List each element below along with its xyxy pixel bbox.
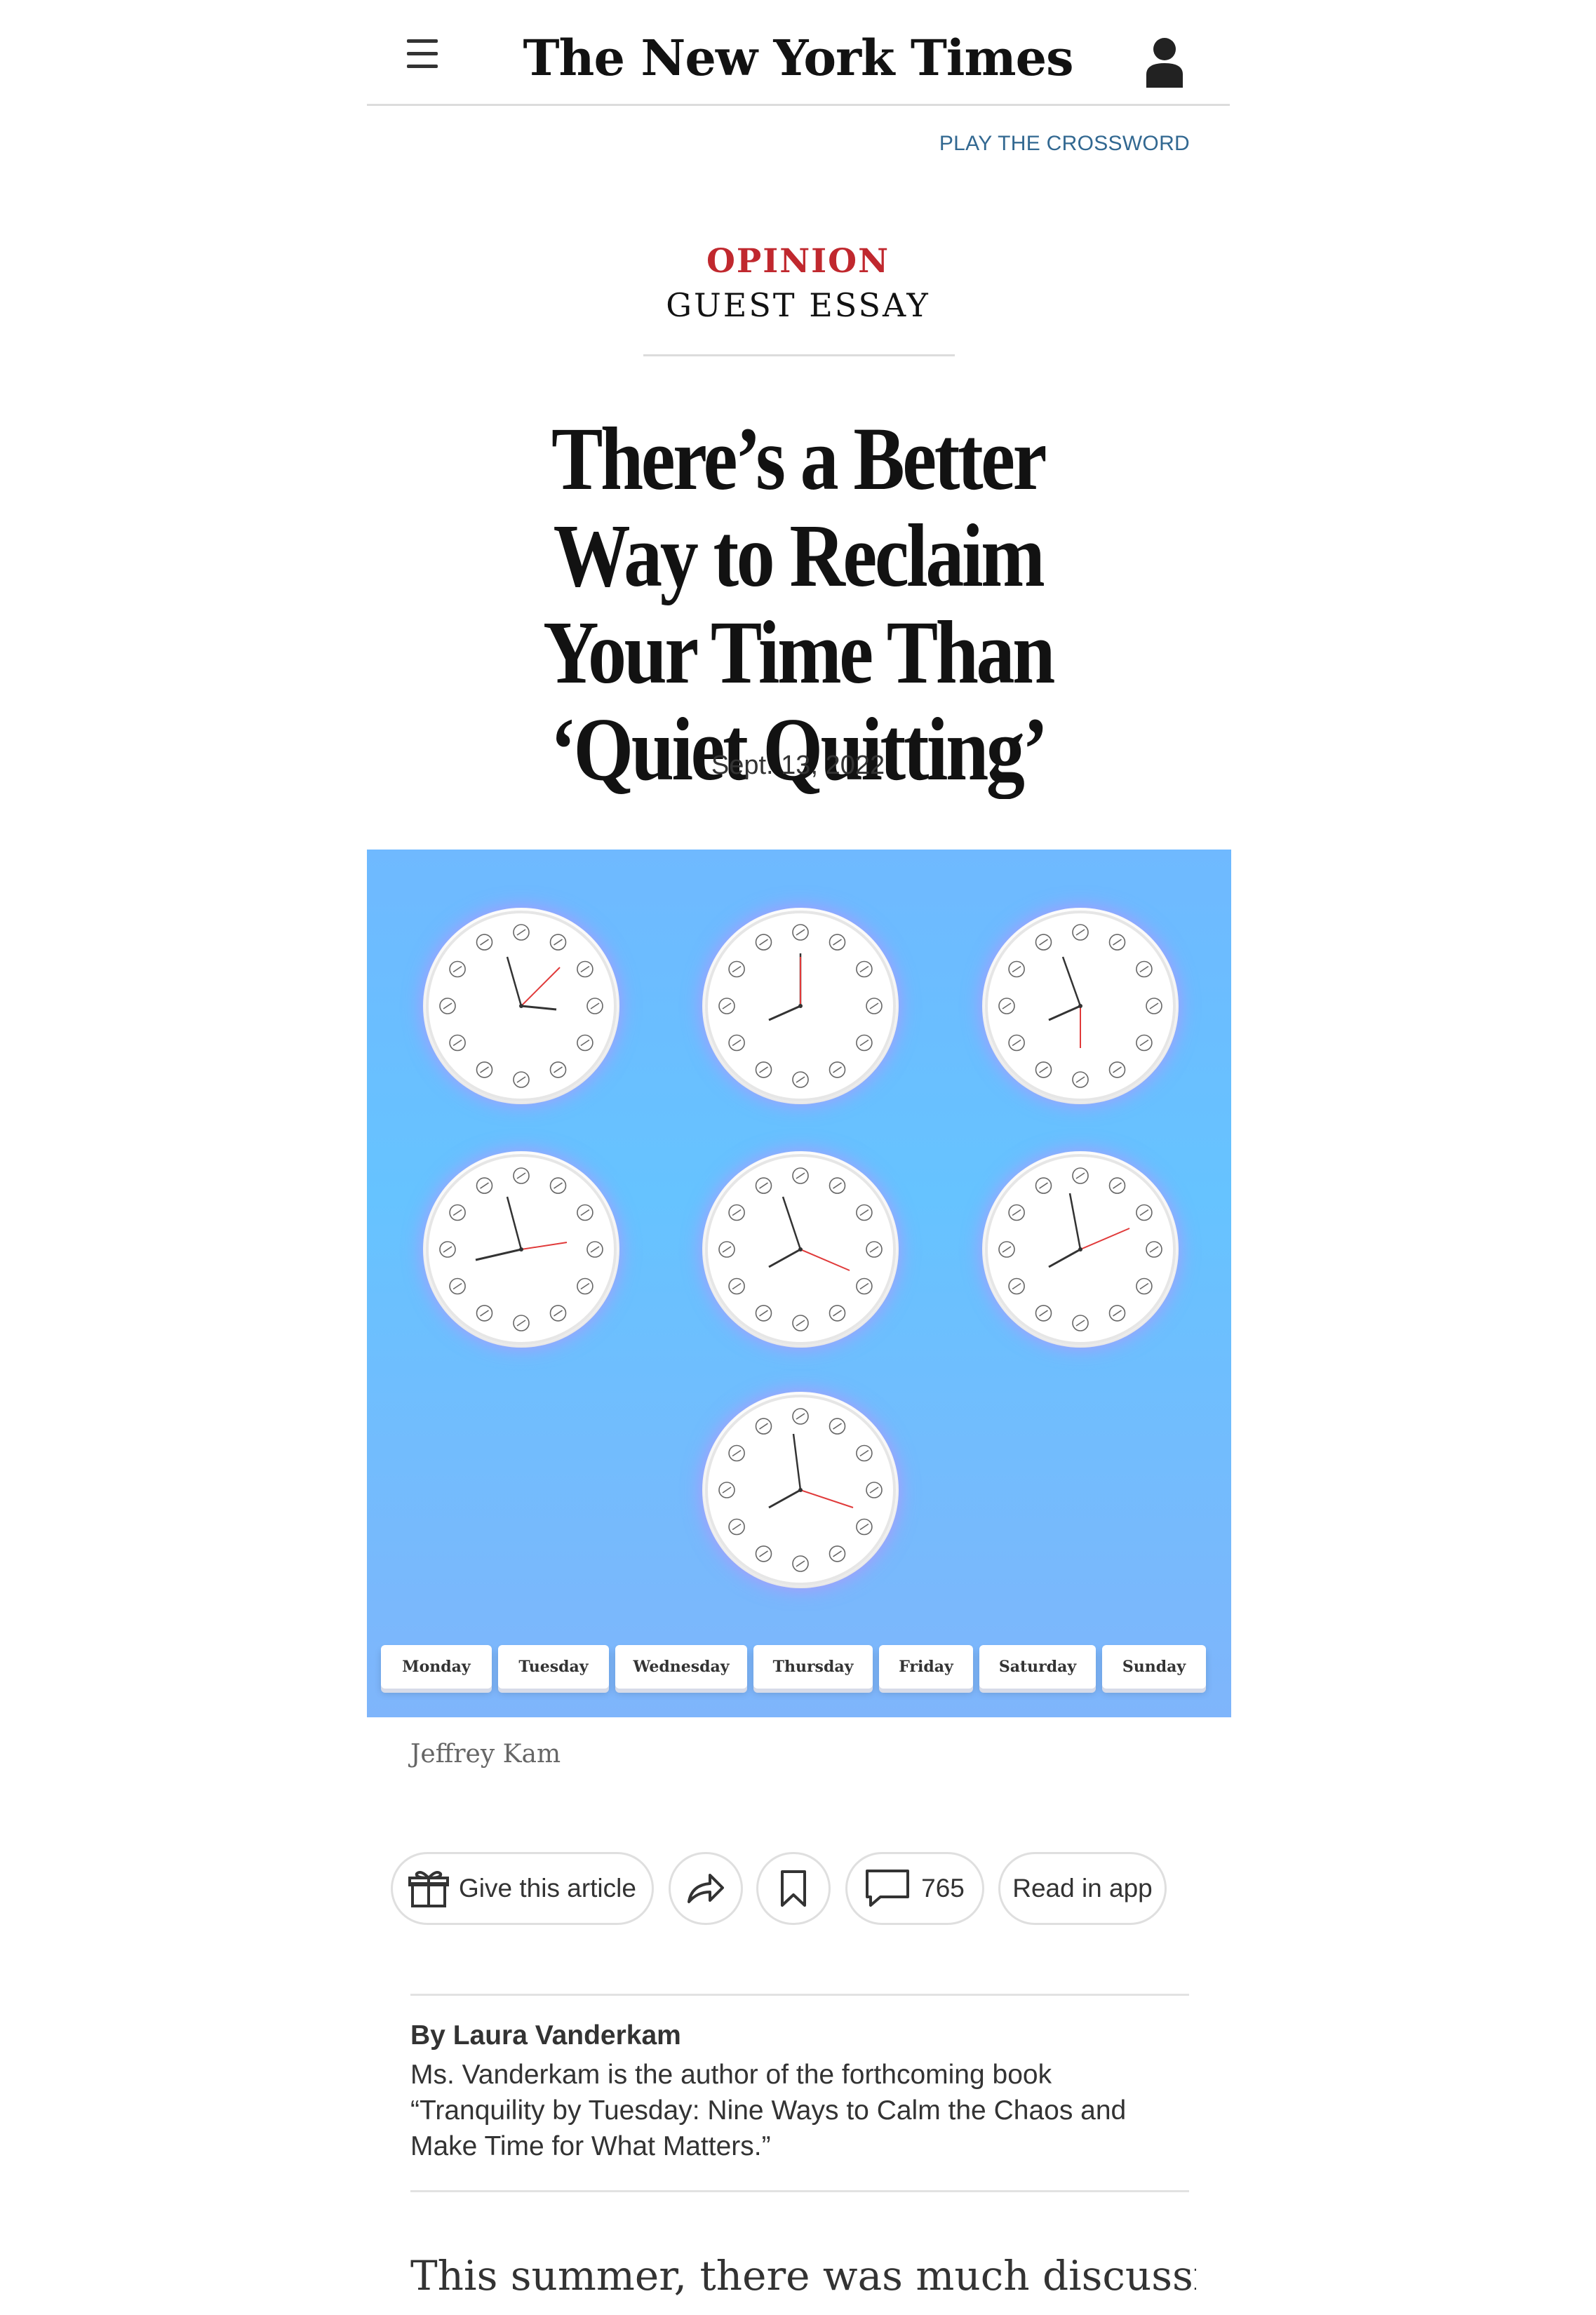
crossword-link[interactable]: PLAY THE CROSSWORD [926,132,1190,160]
author-byline[interactable]: By Laura Vanderkam [410,2020,1189,2051]
hamburger-line [407,52,438,55]
gift-icon [408,1871,450,1907]
day-button-tuesday[interactable]: Tuesday [498,1645,609,1689]
day-button-wednesday[interactable]: Wednesday [615,1645,747,1689]
clock-5 [702,1151,899,1348]
day-button-monday[interactable]: Monday [381,1645,492,1689]
read-in-app-label: Read in app [1012,1874,1153,1903]
masthead-logo[interactable]: The New York Times [491,20,1105,97]
day-button-sunday[interactable]: Sunday [1102,1645,1206,1689]
comments-button[interactable]: 765 [845,1852,984,1925]
share-icon [688,1874,724,1903]
comment-icon [866,1870,910,1907]
day-button-thursday[interactable]: Thursday [753,1645,873,1689]
clock-7 [702,1392,899,1588]
article-headline: There’s a Better Way to Reclaim Your Tim… [543,409,1055,799]
day-selector: Monday Tuesday Wednesday Thursday Friday Satu… [381,1645,1219,1690]
clock-4 [423,1151,619,1348]
day-button-saturday[interactable]: Saturday [979,1645,1096,1689]
clock-1 [423,908,619,1104]
author-bio: Ms. Vanderkam is the author of the forth… [410,2060,1127,2161]
bookmark-icon [781,1870,806,1907]
byline-divider-bottom [410,2190,1189,2192]
give-article-button[interactable]: Give this article [391,1852,654,1925]
give-article-label: Give this article [459,1874,636,1903]
publish-date: Sept. 13, 2022 [711,751,885,780]
image-credit: Jeffrey Kam [410,1740,561,1769]
clocks-illustration: Monday Tuesday Wednesday Thursday Friday Satu… [367,850,1231,1717]
byline-divider-top [410,1994,1189,1996]
save-button[interactable] [756,1852,831,1925]
article-body-first-line: This summer, there was much discussion o… [410,2252,1196,2300]
hamburger-line [407,65,438,68]
read-in-app-button[interactable]: Read in app [998,1852,1167,1925]
header-divider [367,104,1230,106]
comment-count: 765 [921,1874,965,1903]
section-label[interactable]: OPINION [561,242,1035,281]
clock-3 [982,908,1179,1104]
day-button-friday[interactable]: Friday [879,1645,973,1689]
share-button[interactable] [669,1852,743,1925]
menu-button[interactable] [401,34,448,74]
kicker-divider [643,354,955,356]
hamburger-menu-icon [407,39,438,43]
clock-6 [982,1151,1179,1348]
account-button[interactable] [1142,35,1187,88]
user-account-icon [1146,38,1183,88]
clock-2 [702,908,899,1104]
kicker-label: GUEST ESSAY [666,286,930,324]
